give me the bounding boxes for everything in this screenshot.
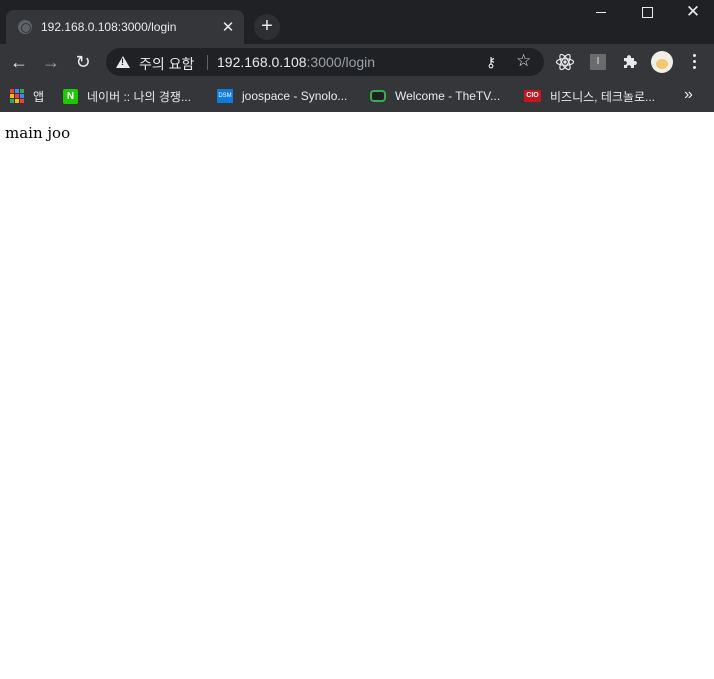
apps-grid-dot: [15, 89, 19, 93]
maximize-button[interactable]: [624, 0, 670, 26]
forward-button[interactable]: →: [39, 50, 63, 74]
dsm-icon: DSM: [217, 89, 233, 103]
reload-button[interactable]: ↻: [71, 50, 95, 74]
cio-icon: CIO: [524, 90, 541, 102]
bookmark-label: 앱: [33, 89, 45, 104]
tab-close-icon[interactable]: ✕: [218, 18, 238, 36]
bookmark-synology[interactable]: DSM joospace - Synolo...: [217, 86, 347, 106]
bookmark-cio[interactable]: CIO 비즈니스, 테크놀로...: [524, 86, 655, 106]
page-text: main joo: [5, 124, 71, 142]
tv-icon: [370, 90, 386, 102]
apps-grid-dot: [20, 99, 24, 103]
address-bar[interactable]: 주의 요함 192.168.0.108:3000/login ⚷ ☆: [106, 48, 544, 76]
bookmark-thetvdb[interactable]: Welcome - TheTV...: [370, 86, 500, 106]
page-content: main joo: [0, 112, 714, 679]
url-path: :3000/login: [306, 54, 376, 70]
apps-grid-dot: [10, 89, 14, 93]
bookmarks-bar: 앱 N 네이버 :: 나의 경쟁... DSM joospace - Synol…: [0, 80, 714, 112]
apps-grid-dot: [20, 89, 24, 93]
bookmark-label: Welcome - TheTV...: [395, 89, 501, 103]
back-button[interactable]: ←: [7, 50, 31, 74]
warning-icon[interactable]: [116, 56, 130, 68]
new-tab-button[interactable]: +: [254, 14, 280, 40]
apps-grid-dot: [20, 94, 24, 98]
bookmark-naver[interactable]: N 네이버 :: 나의 경쟁...: [63, 86, 191, 106]
bookmark-label: 비즈니스, 테크놀로...: [550, 89, 655, 104]
more-bookmarks-icon[interactable]: »: [684, 86, 693, 104]
key-icon[interactable]: ⚷: [486, 54, 496, 71]
apps-grid-dot: [10, 94, 14, 98]
more-menu-icon[interactable]: [686, 52, 704, 72]
url-host: 192.168.0.108: [217, 54, 307, 70]
globe-icon: [18, 20, 32, 34]
apps-grid-dot: [15, 99, 19, 103]
browser-tab[interactable]: 192.168.0.108:3000/login ✕: [6, 10, 244, 44]
bookmark-label: 네이버 :: 나의 경쟁...: [87, 89, 191, 104]
naver-icon: N: [63, 88, 78, 104]
bookmark-label: joospace - Synolo...: [242, 89, 348, 103]
react-devtools-icon[interactable]: [555, 52, 575, 72]
extensions-puzzle-icon[interactable]: [620, 52, 640, 72]
apps-grid-dot: [10, 99, 14, 103]
title-bar: 192.168.0.108:3000/login ✕ + ✕: [0, 0, 714, 44]
bookmark-apps[interactable]: 앱: [10, 86, 44, 106]
close-window-button[interactable]: ✕: [670, 0, 714, 26]
apps-grid-icon: [10, 89, 24, 103]
minimize-button[interactable]: [578, 0, 624, 26]
url-text[interactable]: 192.168.0.108:3000/login: [217, 54, 375, 70]
apps-grid-dot: [15, 94, 19, 98]
extension-i-icon[interactable]: I: [590, 54, 606, 70]
profile-avatar[interactable]: [651, 51, 673, 73]
security-status[interactable]: 주의 요함: [139, 54, 194, 74]
star-icon[interactable]: ☆: [516, 51, 531, 71]
tab-title: 192.168.0.108:3000/login: [41, 20, 177, 34]
omnibox-divider: [207, 55, 208, 70]
toolbar: ← → ↻ 주의 요함 192.168.0.108:3000/login ⚷ ☆…: [0, 44, 714, 80]
